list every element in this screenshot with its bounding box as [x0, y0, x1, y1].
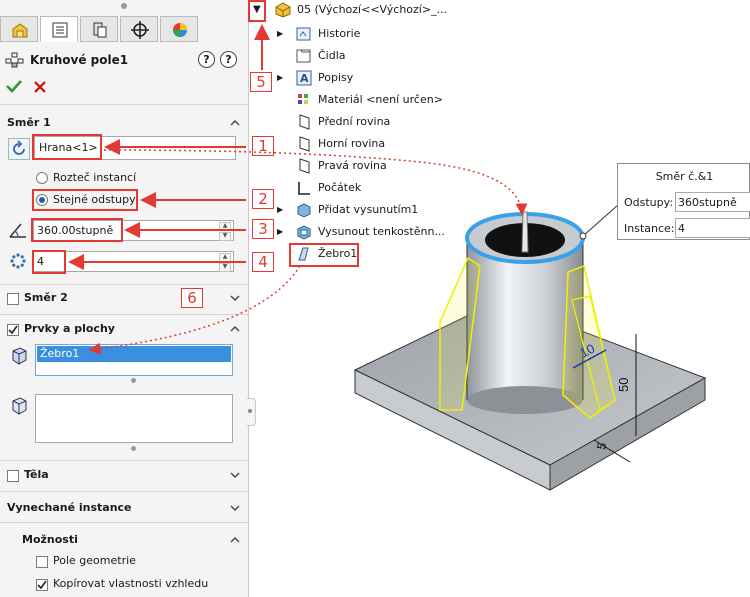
pattern-axis-pin [521, 211, 529, 253]
spacing-input[interactable]: 360stupně [675, 192, 750, 212]
instance-label: Instance: [624, 222, 675, 235]
spacing-label: Odstupy: [624, 196, 674, 209]
spacing-value: 360stupně [678, 196, 737, 209]
panel-leader-dot [579, 232, 587, 240]
dotted-leader-edge [103, 149, 528, 216]
panel-title: Směr č.&1 [655, 170, 714, 183]
dotted-leader-rib [88, 265, 301, 355]
graphics-area: 10 50 5 [68, 24, 707, 491]
panel-leader [582, 204, 619, 237]
pattern-direction-panel: Směr č.&1 Odstupy: 360stupně Instance: 4 [617, 163, 750, 240]
instance-value: 4 [678, 222, 685, 235]
instance-input[interactable]: 4 [675, 218, 750, 238]
dim-50[interactable]: 50 [616, 378, 631, 392]
